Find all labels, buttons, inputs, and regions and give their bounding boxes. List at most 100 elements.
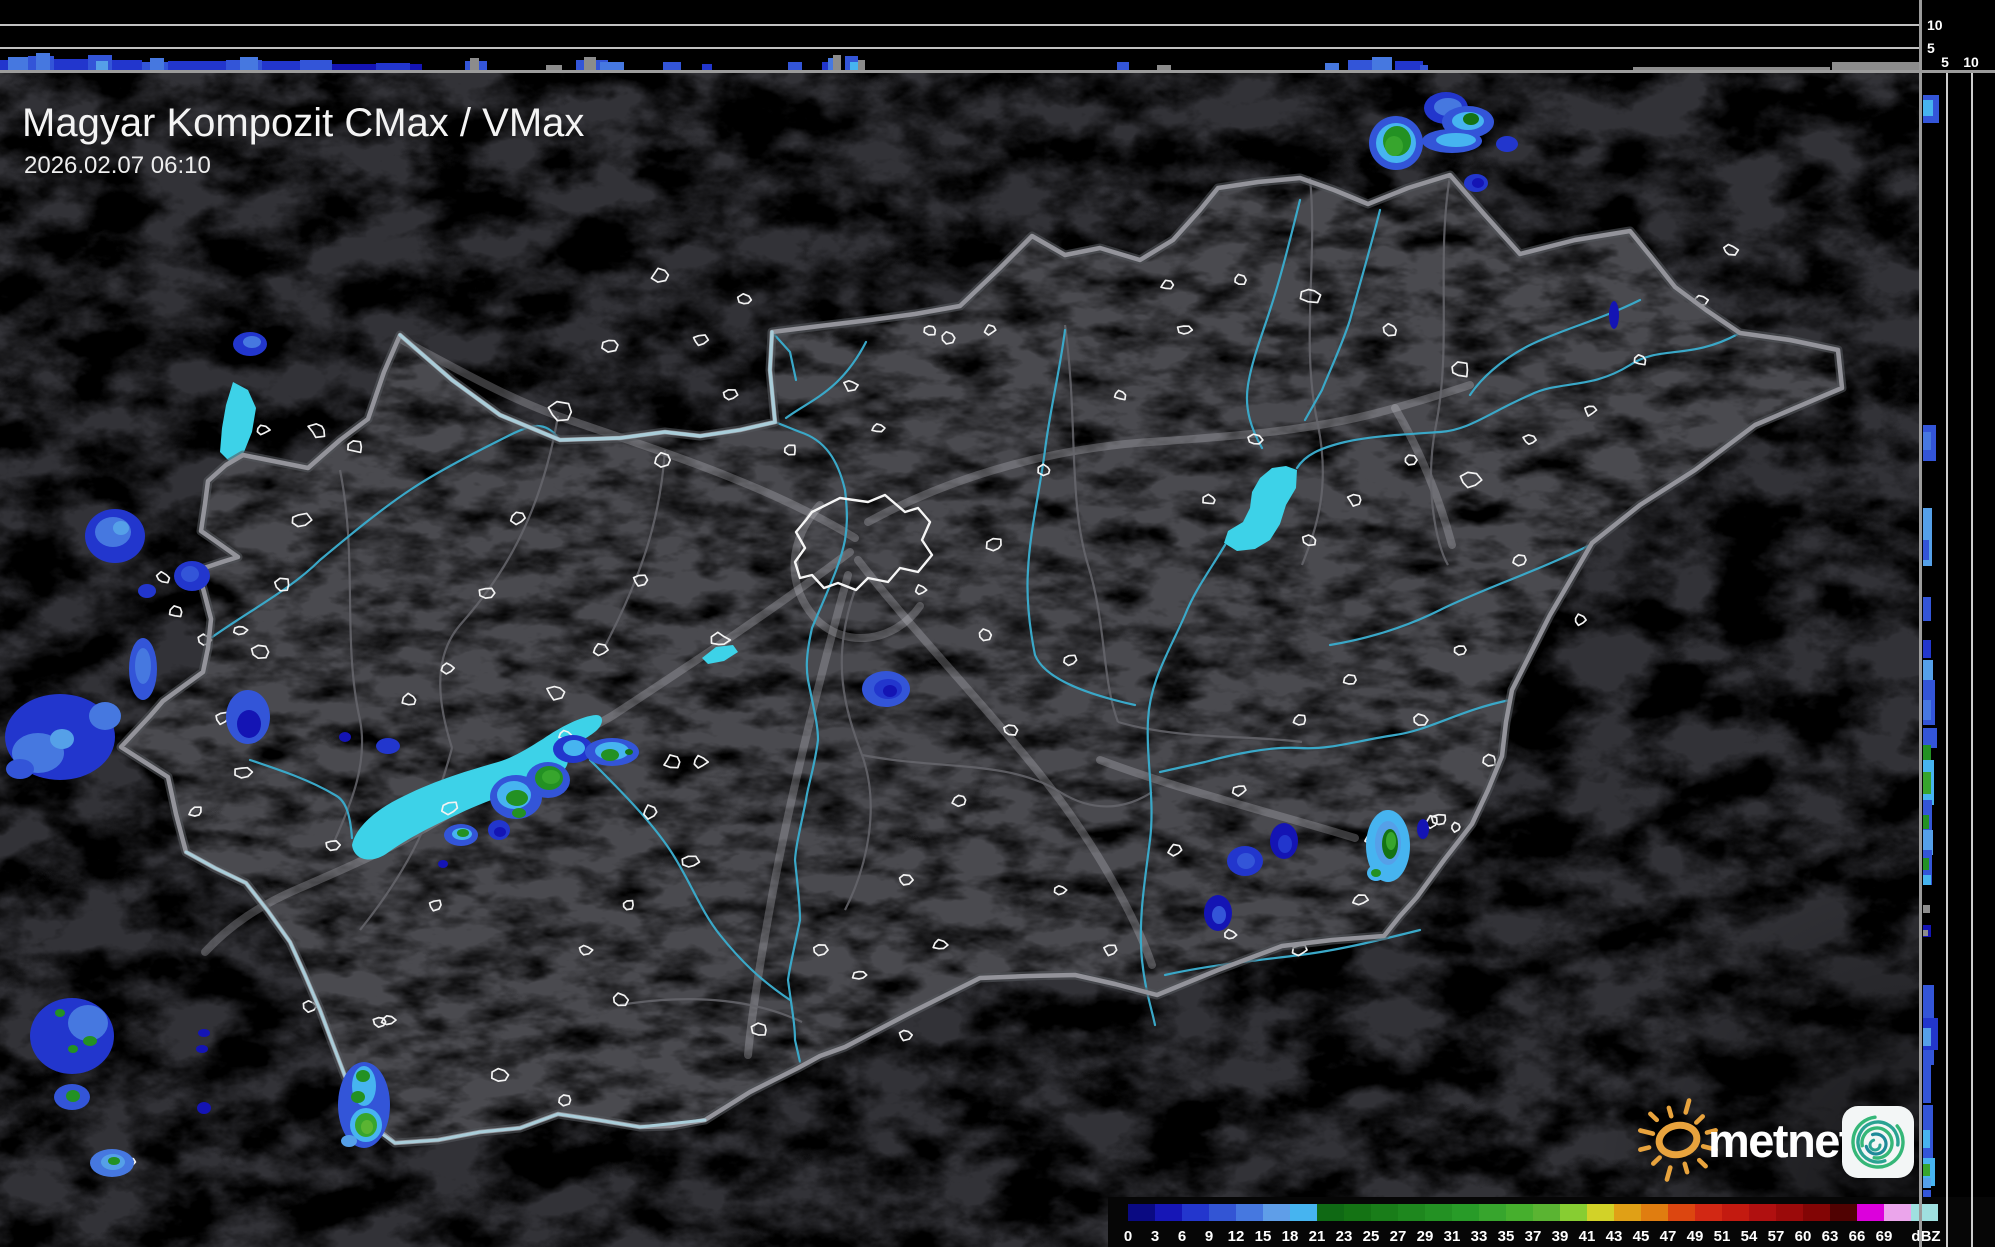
radar-echo — [83, 1036, 97, 1046]
legend-tick-label: 45 — [1633, 1228, 1650, 1245]
radar-echo — [243, 336, 261, 348]
top-profile-bar — [150, 58, 164, 70]
top-axis-5km-label: 5 — [1927, 40, 1935, 56]
legend-swatch — [1668, 1204, 1695, 1221]
radar-echo — [457, 829, 469, 837]
legend-swatch — [1533, 1204, 1560, 1221]
top-profile-bar — [1832, 62, 1920, 70]
legend-tick-label: 27 — [1390, 1228, 1407, 1245]
radar-echo — [883, 685, 897, 697]
legend-tick-label: 66 — [1849, 1228, 1866, 1245]
legend-tick-label: 39 — [1552, 1228, 1569, 1245]
legend-tick-label: 51 — [1714, 1228, 1731, 1245]
top-profile-bar — [36, 53, 50, 70]
radar-app-window: Magyar Kompozit CMax / VMax 2026.02.07 0… — [0, 0, 1995, 1247]
legend-tick-label: 0 — [1124, 1228, 1132, 1245]
legend-swatch — [1371, 1204, 1398, 1221]
radar-echo — [89, 702, 121, 730]
vmax-top-strip — [0, 0, 1920, 71]
radar-echo — [1212, 906, 1226, 924]
right-profile-bar — [1923, 700, 1931, 720]
legend-unit-label: dBZ — [1911, 1228, 1940, 1245]
top-profile-bar — [600, 62, 624, 70]
radar-echo — [113, 521, 129, 535]
radar-echo — [356, 1070, 370, 1082]
right-profile-bar — [1923, 640, 1931, 658]
top-profile-bar — [96, 61, 108, 70]
radar-echo — [1237, 853, 1255, 869]
legend-tick-label: 21 — [1309, 1228, 1326, 1245]
radar-echo — [196, 1045, 208, 1053]
legend-swatch — [1614, 1204, 1641, 1221]
radar-echo — [68, 1045, 78, 1053]
legend-swatch — [1587, 1204, 1614, 1221]
top-profile-bar — [1157, 65, 1171, 70]
radar-echo — [625, 749, 633, 755]
legend-tick-label: 35 — [1498, 1228, 1515, 1245]
top-profile-bar — [262, 61, 300, 70]
legend-swatch — [1317, 1204, 1344, 1221]
top-profile-bar — [112, 60, 142, 70]
legend-swatch — [1452, 1204, 1479, 1221]
top-profile-bar — [8, 57, 30, 70]
right-profile-bar — [1923, 432, 1931, 450]
right-profile-bar — [1923, 815, 1929, 829]
legend-tick-label: 3 — [1151, 1228, 1159, 1245]
metnet-app-icon — [1842, 1106, 1914, 1178]
radar-echo — [339, 732, 351, 742]
radar-echo — [1385, 136, 1403, 156]
radar-echo — [1472, 178, 1484, 188]
top-profile-bar — [858, 60, 865, 70]
radar-echo — [237, 710, 261, 738]
right-profile-bar — [1923, 905, 1930, 913]
radar-echo — [601, 749, 619, 761]
radar-echo — [50, 729, 74, 749]
legend-tick-label: 63 — [1822, 1228, 1839, 1245]
right-profile-bar — [1923, 930, 1928, 936]
radar-echo — [198, 1029, 210, 1037]
sun-ray — [1664, 1165, 1673, 1182]
radar-echo — [512, 808, 526, 818]
right-profile-bar — [1923, 100, 1933, 116]
right-profile-bar — [1923, 772, 1931, 794]
radar-echo — [138, 584, 156, 598]
top-profile-bar — [1420, 65, 1428, 70]
top-profile-bar — [1117, 62, 1129, 70]
sun-ray — [1666, 1105, 1674, 1119]
legend-tick-label: 23 — [1336, 1228, 1353, 1245]
right-profile-bar — [1923, 875, 1931, 885]
right-axis-5km-label: 5 — [1941, 54, 1949, 70]
legend-tick-label: 6 — [1178, 1228, 1186, 1245]
radar-echo — [506, 790, 528, 806]
radar-echo — [1496, 136, 1518, 152]
legend-swatch — [1803, 1204, 1830, 1221]
legend-tick-label: 9 — [1205, 1228, 1213, 1245]
vmax-right-strip — [1922, 0, 1995, 1247]
radar-echo — [66, 1090, 80, 1102]
legend-swatch — [1344, 1204, 1371, 1221]
legend-tick-label: 15 — [1255, 1228, 1272, 1245]
radar-echo — [494, 827, 506, 837]
radar-echo — [351, 1091, 365, 1103]
legend-swatch — [1560, 1204, 1587, 1221]
top-profile-bar — [663, 62, 681, 70]
top-profile-bar — [300, 60, 332, 70]
legend-tick-label: 12 — [1228, 1228, 1245, 1245]
legend-tick-label: 41 — [1579, 1228, 1596, 1245]
radar-echo — [1436, 133, 1476, 147]
legend-swatch — [1749, 1204, 1776, 1221]
radar-echo — [1609, 301, 1619, 329]
top-profile-bar — [54, 59, 90, 70]
top-axis-10km-label: 10 — [1927, 17, 1943, 33]
top-profile-bar — [850, 62, 858, 70]
right-profile-bar — [1923, 858, 1929, 870]
legend-tick-label: 43 — [1606, 1228, 1623, 1245]
radar-echo — [1278, 835, 1292, 853]
legend-swatch — [1479, 1204, 1506, 1221]
top-profile-bar — [1325, 63, 1339, 70]
sun-ray — [1638, 1128, 1656, 1136]
page-title: Magyar Kompozit CMax / VMax — [22, 101, 584, 145]
top-profile-bar — [833, 55, 841, 70]
right-profile-bar — [1923, 597, 1931, 621]
top-profile-bar — [1395, 61, 1423, 70]
